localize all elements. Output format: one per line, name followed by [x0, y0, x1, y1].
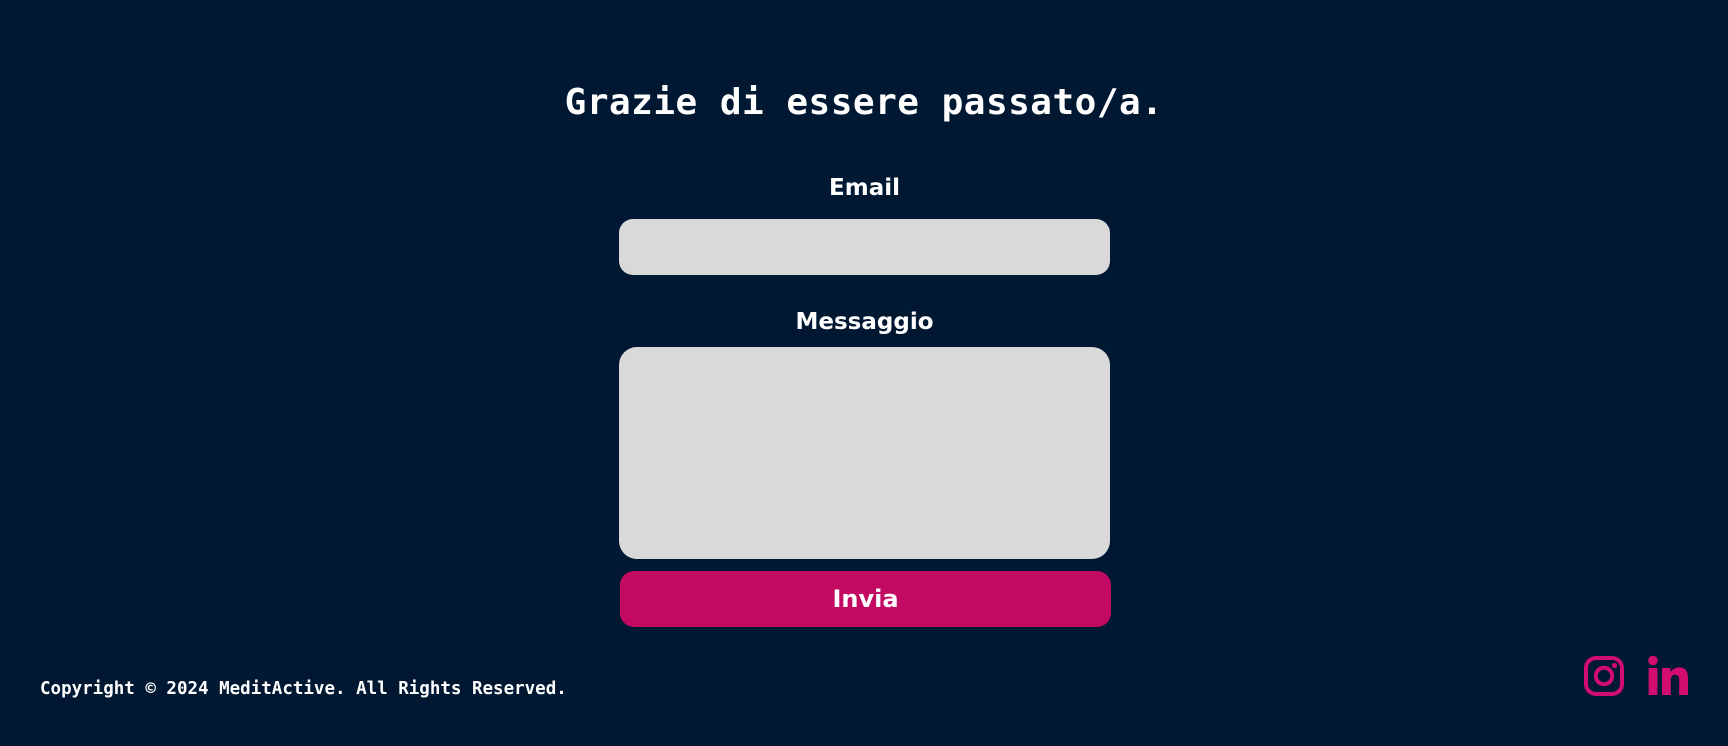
message-textarea[interactable] [619, 347, 1110, 559]
message-label: Messaggio [795, 309, 934, 335]
social-links [1582, 652, 1690, 700]
email-field[interactable] [619, 219, 1110, 275]
page-title: Grazie di essere passato/a. [564, 82, 1164, 123]
linkedin-link[interactable] [1646, 654, 1690, 698]
instagram-icon [1584, 656, 1624, 696]
email-label: Email [829, 175, 900, 201]
copyright-text: Copyright © 2024 MeditActive. All Rights… [40, 679, 567, 699]
linkedin-icon [1648, 655, 1688, 695]
instagram-link[interactable] [1582, 654, 1626, 698]
submit-button[interactable]: Invia [620, 571, 1111, 627]
